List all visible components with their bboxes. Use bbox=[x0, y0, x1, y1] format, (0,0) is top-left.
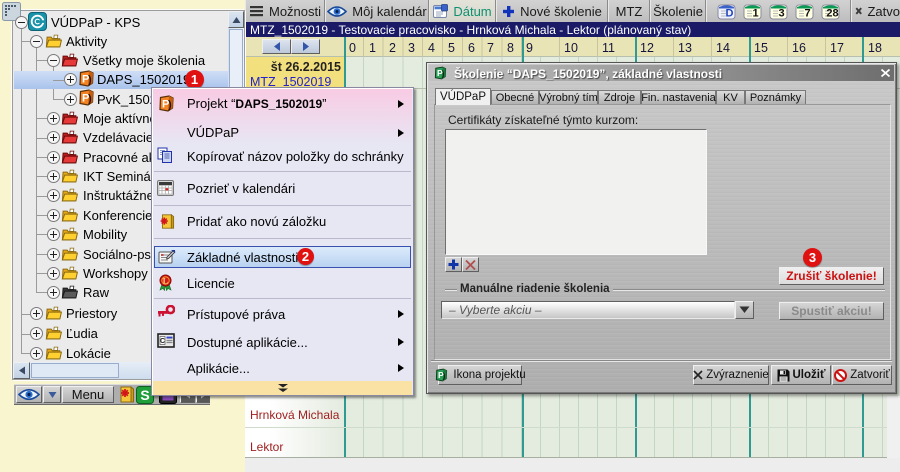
svg-text:7: 7 bbox=[804, 7, 810, 19]
svg-text:): ) bbox=[168, 99, 172, 111]
svg-text:D: D bbox=[726, 7, 734, 19]
svg-text:1: 1 bbox=[752, 7, 758, 19]
svg-text:): ) bbox=[88, 74, 92, 86]
svg-text:3: 3 bbox=[778, 7, 784, 19]
svg-text:28: 28 bbox=[826, 7, 838, 19]
svg-text:L: L bbox=[163, 276, 169, 286]
svg-text:): ) bbox=[443, 371, 446, 381]
svg-text:S: S bbox=[140, 387, 149, 403]
svg-text:C: C bbox=[160, 338, 165, 345]
svg-text:): ) bbox=[88, 93, 92, 105]
svg-text:): ) bbox=[442, 69, 445, 79]
